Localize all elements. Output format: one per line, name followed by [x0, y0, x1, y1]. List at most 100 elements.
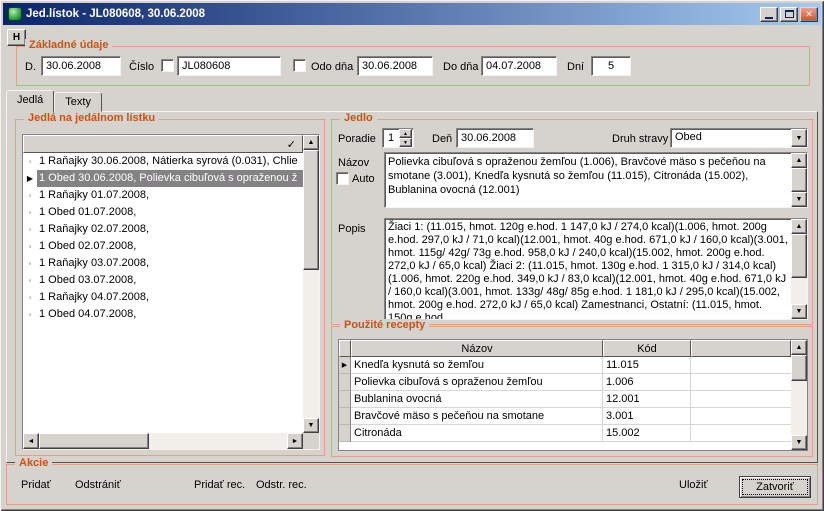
- column-header-code[interactable]: Kód: [603, 340, 691, 357]
- row-gutter: ◦: [23, 226, 37, 234]
- vertical-scrollbar[interactable]: ▲ ▼: [791, 219, 807, 319]
- tab-texty[interactable]: Texty: [54, 92, 102, 112]
- day-input[interactable]: [456, 128, 534, 148]
- meal-list-item[interactable]: ◦ 1 Raňajky 01.07.2008,: [23, 187, 303, 204]
- scroll-up-button[interactable]: ▲: [791, 219, 807, 234]
- days-label: Dní: [567, 61, 584, 73]
- arrow-down-icon: ▼: [308, 422, 315, 429]
- scrollbar-track[interactable]: [791, 168, 807, 192]
- order-spinner[interactable]: ▲ ▼: [382, 128, 414, 148]
- scroll-right-button[interactable]: ►: [287, 433, 303, 449]
- spin-up-button[interactable]: ▲: [399, 129, 412, 138]
- description-textarea[interactable]: Žiaci 1: (11.015, hmot. 120g e.hod. 1 14…: [384, 218, 808, 320]
- vertical-scrollbar[interactable]: ▲ ▼: [303, 135, 319, 433]
- scrollbar-track[interactable]: [39, 433, 287, 449]
- scrollbar-track[interactable]: [791, 234, 807, 304]
- remove-button[interactable]: Odstrániť: [75, 479, 121, 491]
- h-button[interactable]: H: [7, 29, 26, 46]
- scrollbar-thumb[interactable]: [39, 433, 149, 449]
- recipe-row[interactable]: Bravčové mäso s pečeňou na smotane 3.001: [339, 408, 791, 425]
- vertical-scrollbar[interactable]: ▲ ▼: [791, 153, 807, 207]
- meal-list-item[interactable]: ◦ 1 Obed 02.07.2008,: [23, 238, 303, 255]
- date-input[interactable]: [41, 56, 121, 76]
- tab-jedla[interactable]: Jedlá: [6, 90, 54, 113]
- meal-list-item[interactable]: ◦ 1 Obed 01.07.2008,: [23, 204, 303, 221]
- record-bullet-icon: ◦: [29, 311, 32, 319]
- maximize-button[interactable]: [780, 7, 798, 22]
- recipes-group-label: Použité recepty: [340, 319, 429, 331]
- scroll-up-button[interactable]: ▲: [791, 340, 807, 355]
- window-controls: ✕: [760, 7, 818, 22]
- meal-list-group-label: Jedlá na jedálnom lístku: [24, 112, 159, 124]
- scroll-down-button[interactable]: ▼: [791, 435, 807, 450]
- recipes-group: Použité recepty Názov Kód ▶ Knedľa kysnu…: [331, 326, 813, 457]
- minimize-button[interactable]: [760, 7, 778, 22]
- column-header-name[interactable]: Názov: [351, 340, 603, 357]
- close-button[interactable]: ✕: [800, 7, 818, 22]
- recipe-code: 11.015: [603, 357, 691, 374]
- recipe-name: Bublanina ovocná: [351, 391, 603, 408]
- row-gutter: ◦: [23, 277, 37, 285]
- arrow-up-icon: ▲: [308, 139, 315, 146]
- number-checkbox[interactable]: [161, 59, 174, 72]
- date-range-checkbox[interactable]: [293, 59, 306, 72]
- selected-row-arrow-icon: ▶: [342, 361, 347, 369]
- number-input[interactable]: [177, 56, 281, 76]
- meal-list-item-selected[interactable]: ▶ 1 Obed 30.06.2008, Polievka cibuľová s…: [23, 170, 303, 187]
- scroll-up-button[interactable]: ▲: [303, 135, 319, 150]
- meal-list-item[interactable]: ◦ 1 Obed 03.07.2008,: [23, 272, 303, 289]
- recipes-table-header: Názov Kód: [339, 340, 791, 357]
- save-button[interactable]: Uložiť: [679, 479, 708, 491]
- meal-list-item[interactable]: ◦ 1 Raňajky 04.07.2008,: [23, 289, 303, 306]
- scrollbar-thumb[interactable]: [791, 168, 807, 192]
- scroll-up-button[interactable]: ▲: [791, 153, 807, 168]
- meal-list-item[interactable]: ◦ 1 Raňajky 03.07.2008,: [23, 255, 303, 272]
- recipe-empty-cell: [691, 357, 791, 374]
- meal-list-item[interactable]: ◦ 1 Raňajky 02.07.2008,: [23, 221, 303, 238]
- add-recipe-button[interactable]: Pridať rec.: [194, 479, 245, 491]
- recipe-row[interactable]: Bublanina ovocná 12.001: [339, 391, 791, 408]
- recipe-empty-cell: [691, 408, 791, 425]
- scroll-left-button[interactable]: ◄: [23, 433, 39, 449]
- arrow-up-icon: ▲: [403, 131, 408, 137]
- close-window-button[interactable]: Zatvoriť: [739, 476, 811, 498]
- scrollbar-track[interactable]: [303, 150, 319, 418]
- scroll-down-button[interactable]: ▼: [791, 192, 807, 207]
- order-input[interactable]: [383, 129, 399, 147]
- recipe-row[interactable]: Polievka cibuľová s opraženou žemľou 1.0…: [339, 374, 791, 391]
- basic-info-group: Základné údaje D. Číslo Odo dňa Do dňa D…: [16, 46, 810, 86]
- scrollbar-thumb[interactable]: [791, 234, 807, 278]
- vertical-scrollbar[interactable]: ▲ ▼: [791, 340, 807, 450]
- meal-list-item[interactable]: ◦ 1 Raňajky 30.06.2008, Nátierka syrová …: [23, 153, 303, 170]
- recipe-row-selected[interactable]: ▶ Knedľa kysnutá so žemľou 11.015: [339, 357, 791, 374]
- name-label: Názov: [338, 157, 369, 169]
- remove-recipe-button[interactable]: Odstr. rec.: [256, 479, 307, 491]
- close-icon: ✕: [805, 10, 813, 19]
- scrollbar-thumb[interactable]: [303, 150, 319, 270]
- application-window: Jed.lístok - JL080608, 30.06.2008 ✕ H Zá…: [0, 0, 824, 511]
- row-gutter: ▶: [23, 175, 37, 183]
- to-date-input[interactable]: [481, 56, 557, 76]
- name-text[interactable]: Polievka cibuľová s opraženou žemľou (1.…: [385, 153, 791, 207]
- auto-checkbox[interactable]: [336, 172, 349, 185]
- meal-list-item-text: 1 Raňajky 02.07.2008,: [37, 221, 303, 238]
- header-gutter: [339, 340, 351, 357]
- days-input[interactable]: [591, 56, 631, 76]
- add-button[interactable]: Pridať: [21, 479, 51, 491]
- name-textarea[interactable]: Polievka cibuľová s opraženou žemľou (1.…: [384, 152, 808, 208]
- dropdown-button[interactable]: ▼: [791, 129, 807, 147]
- from-date-input[interactable]: [357, 56, 433, 76]
- meal-list-item[interactable]: ◦ 1 Obed 04.07.2008,: [23, 306, 303, 323]
- scrollbar-thumb[interactable]: [791, 355, 807, 381]
- horizontal-scrollbar[interactable]: ◄ ►: [23, 433, 303, 449]
- titlebar[interactable]: Jed.lístok - JL080608, 30.06.2008 ✕: [3, 3, 821, 25]
- description-text[interactable]: Žiaci 1: (11.015, hmot. 120g e.hod. 1 14…: [385, 219, 791, 319]
- meal-list-item-text: 1 Obed 03.07.2008,: [37, 272, 303, 289]
- scroll-down-button[interactable]: ▼: [303, 418, 319, 433]
- meal-type-select[interactable]: Obed ▼: [670, 128, 808, 148]
- record-bullet-icon: ◦: [29, 294, 32, 302]
- spin-down-button[interactable]: ▼: [399, 138, 412, 147]
- scroll-down-button[interactable]: ▼: [791, 304, 807, 319]
- scrollbar-track[interactable]: [791, 355, 807, 435]
- recipe-row[interactable]: Citronáda 15.002: [339, 425, 791, 442]
